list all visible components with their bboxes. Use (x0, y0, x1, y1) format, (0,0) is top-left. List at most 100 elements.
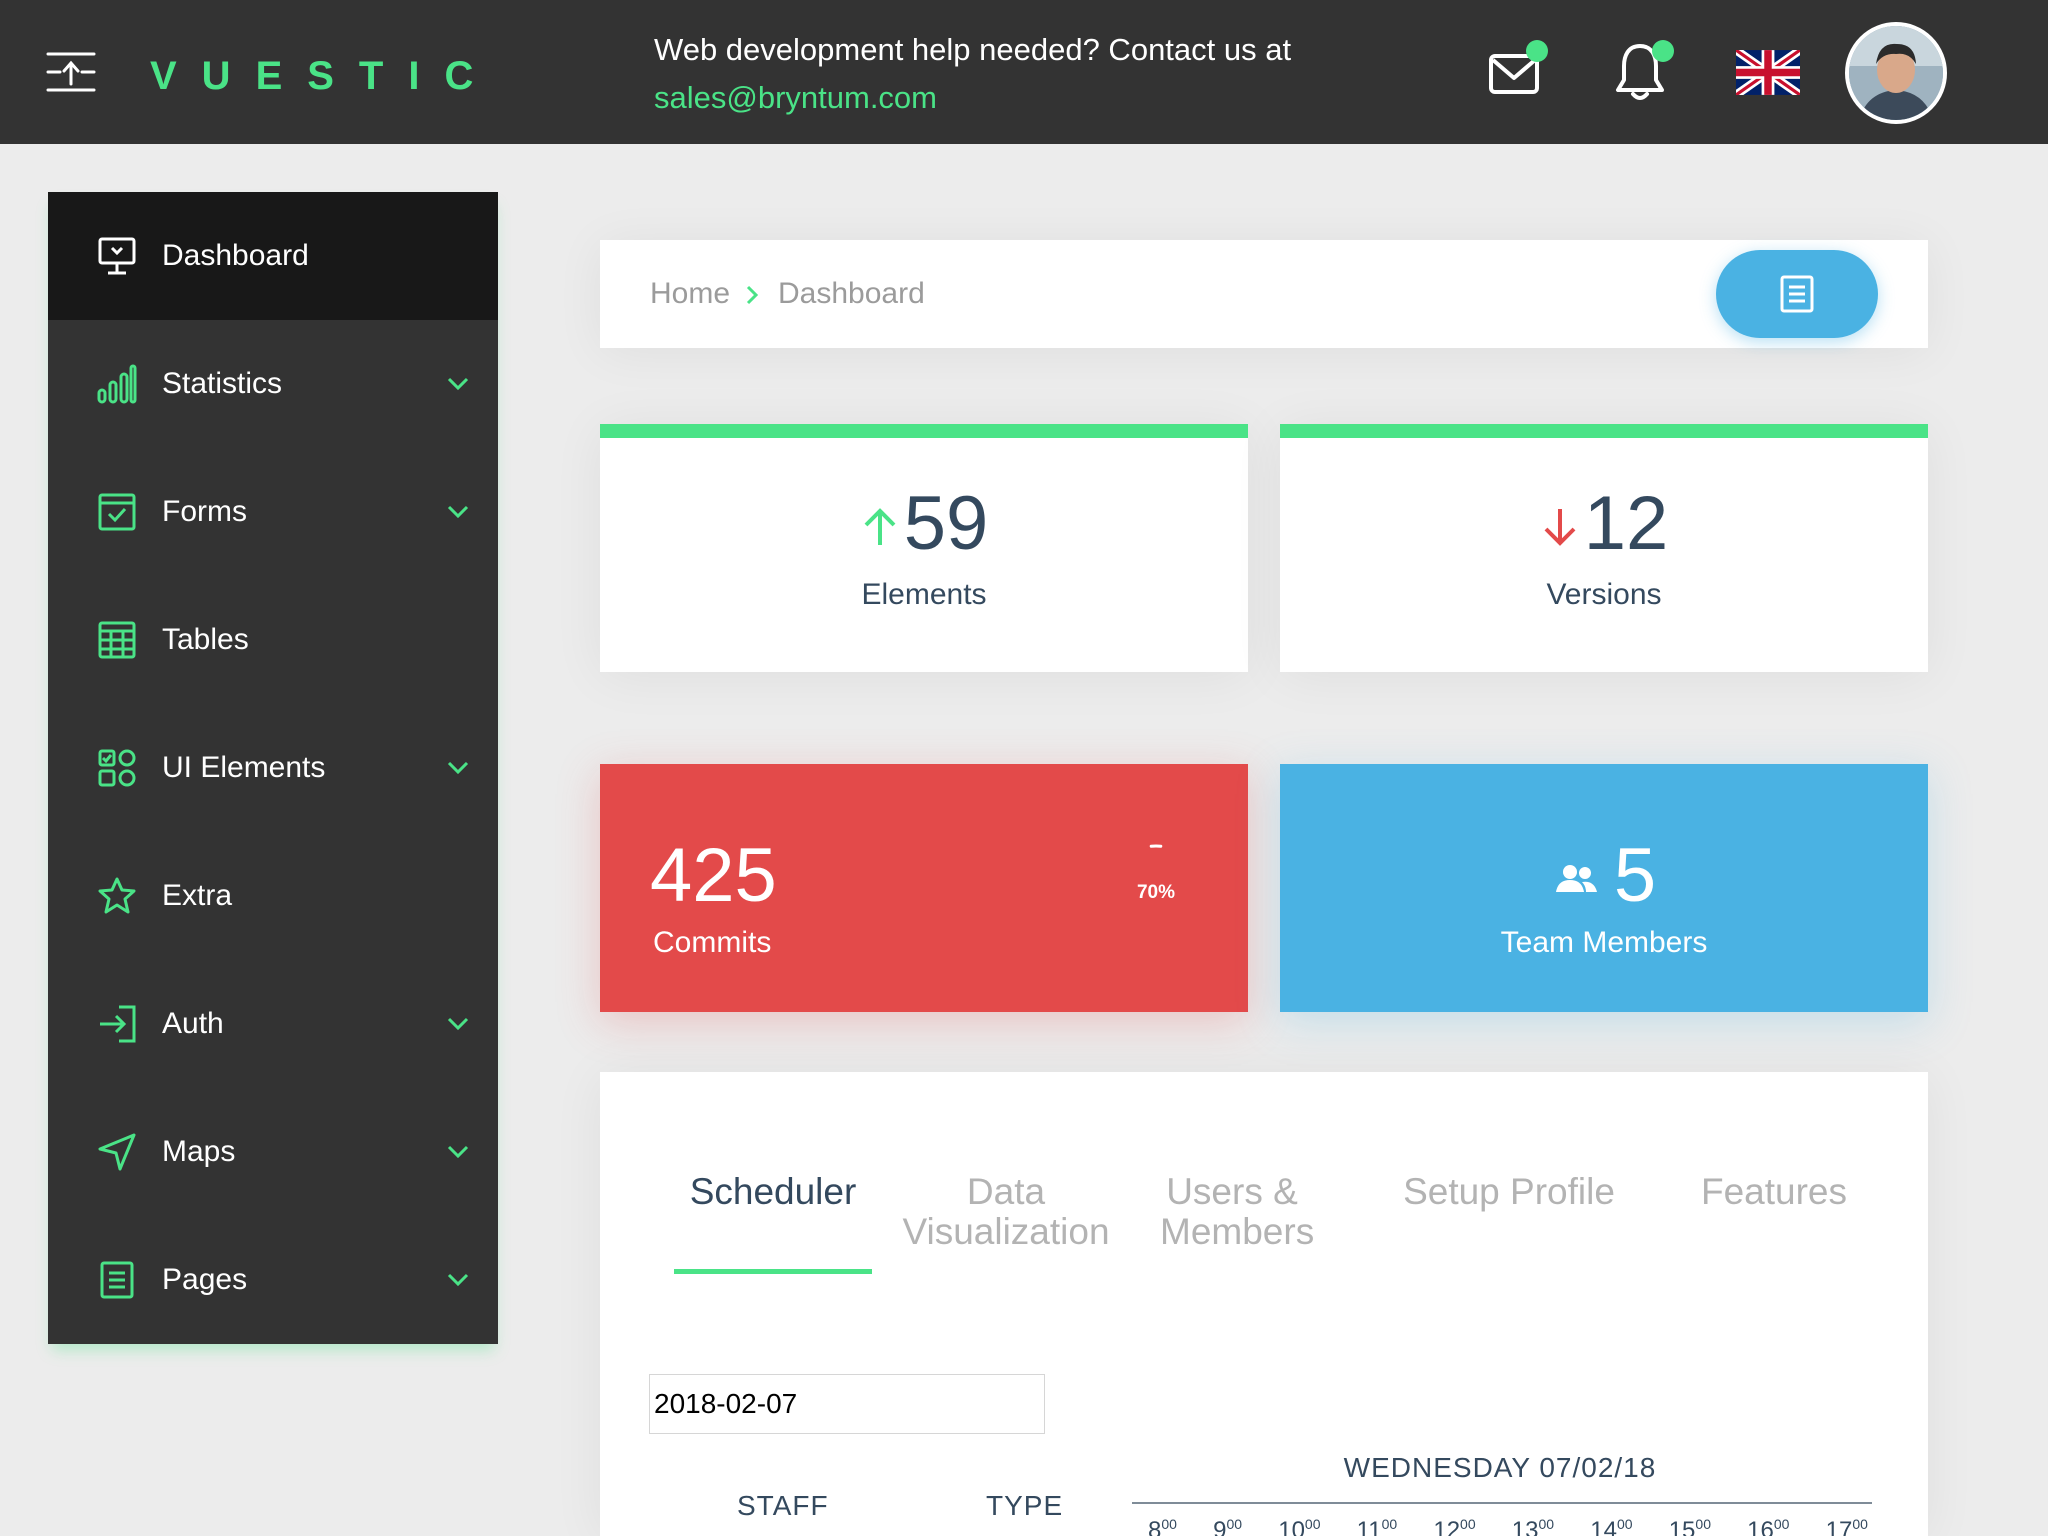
sidebar-item-maps[interactable]: Maps (48, 1088, 498, 1216)
card-accent-bar (600, 424, 1248, 438)
tab-label: Visualization (902, 1211, 1110, 1252)
chevron-down-icon (447, 1273, 469, 1287)
login-icon (96, 1003, 138, 1045)
sidebar-item-extra[interactable]: Extra (48, 832, 498, 960)
team-value-row: 5 (1280, 836, 1928, 916)
monitor-icon (96, 235, 138, 277)
elements-label: Elements (861, 578, 987, 611)
tab-label: Scheduler (689, 1171, 857, 1212)
group-icon (1555, 865, 1597, 892)
scheduler-column-staff: STAFF (737, 1490, 829, 1521)
chevron-down-icon (447, 377, 469, 391)
sidebar-item-label: Extra (162, 879, 233, 912)
tabs-panel: Scheduler Data Visualization Users & Mem… (600, 1072, 1928, 1536)
bell-icon[interactable] (1614, 40, 1674, 104)
team-members-label: Team Members (1500, 926, 1708, 959)
breadcrumb-current: Dashboard (778, 277, 925, 310)
help-banner: Web development help needed? Contact us … (654, 26, 1294, 122)
menu-toggle-icon[interactable] (46, 50, 96, 94)
stat-value-row: 12 (1280, 484, 1928, 564)
table-icon (96, 619, 138, 661)
commits-value: 425 (650, 833, 777, 918)
commits-card: 425 Commits 70% (600, 764, 1248, 1012)
navigation-icon (96, 1131, 138, 1173)
elements-value: 59 (903, 481, 989, 566)
scheduler-hour-label: 1500 (1668, 1516, 1711, 1536)
help-docs-button[interactable] (1716, 250, 1878, 338)
tab-label: Setup Profile (1403, 1171, 1615, 1212)
scheduler-hour-label: 800 (1148, 1516, 1177, 1536)
scheduler-day-header: WEDNESDAY 07/02/18 (1343, 1452, 1657, 1483)
tab-label: Users & (1166, 1171, 1298, 1212)
team-members-card: 5 Team Members (1280, 764, 1928, 1012)
scheduler-hour-label: 1000 (1278, 1516, 1321, 1536)
chevron-right-icon (746, 285, 759, 305)
arrow-up-icon (864, 508, 896, 545)
help-email-link[interactable]: sales@bryntum.com (654, 80, 937, 115)
sidebar-item-label: Dashboard (162, 239, 309, 272)
commits-progress-label: 70% (1136, 882, 1176, 903)
sidebar-item-label: Auth (162, 1007, 224, 1040)
app-logo[interactable]: VUESTIC (150, 52, 498, 100)
versions-label: Versions (1546, 578, 1662, 611)
ui-elements-icon (96, 747, 138, 789)
scheduler-hours-row: 800 900 1000 1100 1200 1300 1400 1500 1600 1700 (1148, 1516, 1868, 1536)
team-members-value: 5 (1613, 833, 1657, 918)
mail-notification-dot (1526, 40, 1548, 62)
bell-notification-dot (1652, 40, 1674, 62)
versions-value: 12 (1583, 481, 1669, 566)
document-icon (1780, 275, 1814, 313)
versions-stat-card: 12 Versions (1280, 424, 1928, 672)
stat-value-row: 59 (600, 484, 1248, 564)
scheduler-hour-label: 1100 (1356, 1516, 1398, 1536)
sidebar-item-pages[interactable]: Pages (48, 1216, 498, 1344)
sidebar-item-forms[interactable]: Forms (48, 448, 498, 576)
arrow-down-icon (1544, 509, 1576, 546)
top-navbar: VUESTIC Web development help needed? Con… (0, 0, 2048, 144)
scheduler-hour-label: 1200 (1433, 1516, 1476, 1536)
scheduler-column-type: TYPE (986, 1490, 1064, 1521)
scheduler-hour-label: 1300 (1511, 1516, 1555, 1536)
breadcrumb-home-link[interactable]: Home (650, 274, 730, 314)
commits-label: Commits (653, 926, 772, 959)
uk-flag-icon[interactable] (1736, 50, 1800, 95)
sidebar-item-label: Statistics (162, 367, 283, 400)
sidebar-item-label: Maps (162, 1135, 236, 1168)
mail-icon[interactable] (1488, 40, 1548, 104)
chevron-down-icon (447, 761, 469, 775)
sidebar-item-label: Pages (162, 1263, 248, 1296)
tab-features[interactable]: Features (1688, 1172, 1860, 1212)
card-accent-bar (1280, 424, 1928, 438)
chevron-down-icon (447, 1145, 469, 1159)
elements-stat-card: 59 Elements (600, 424, 1248, 672)
star-icon (96, 875, 138, 917)
chevron-down-icon (447, 1017, 469, 1031)
tab-users-members[interactable]: Users & Members (1160, 1171, 1315, 1252)
bar-chart-icon (96, 363, 138, 405)
sidebar-item-statistics[interactable]: Statistics (48, 320, 498, 448)
sidebar-item-dashboard[interactable]: Dashboard (48, 192, 498, 320)
tab-label: Data (966, 1171, 1046, 1212)
scheduler-hour-label: 900 (1213, 1516, 1243, 1536)
sidebar-item-label: Forms (162, 495, 247, 528)
tab-label: Members (1160, 1211, 1315, 1252)
user-avatar[interactable] (1845, 22, 1947, 124)
tab-scheduler[interactable]: Scheduler (674, 1172, 872, 1212)
sidebar-item-auth[interactable]: Auth (48, 960, 498, 1088)
sidebar-item-tables[interactable]: Tables (48, 576, 498, 704)
sidebar: Dashboard Statistics Forms Tables UI Ele… (48, 192, 498, 1344)
document-icon (96, 1259, 138, 1301)
scheduler-header-divider (1132, 1502, 1872, 1504)
sidebar-item-label: Tables (162, 623, 249, 656)
scheduler-hour-label: 1600 (1747, 1516, 1790, 1536)
tab-data-visualization[interactable]: Data Visualization (896, 1172, 1116, 1252)
help-text: Web development help needed? Contact us … (654, 32, 1292, 67)
tab-label: Features (1700, 1171, 1847, 1212)
active-tab-indicator (674, 1269, 872, 1274)
tab-setup-profile[interactable]: Setup Profile (1398, 1172, 1620, 1212)
chevron-down-icon (447, 505, 469, 519)
scheduler-hour-label: 1400 (1590, 1516, 1633, 1536)
sidebar-item-label: UI Elements (162, 751, 326, 784)
sidebar-item-ui-elements[interactable]: UI Elements (48, 704, 498, 832)
scheduler-date-input[interactable] (649, 1374, 1045, 1434)
